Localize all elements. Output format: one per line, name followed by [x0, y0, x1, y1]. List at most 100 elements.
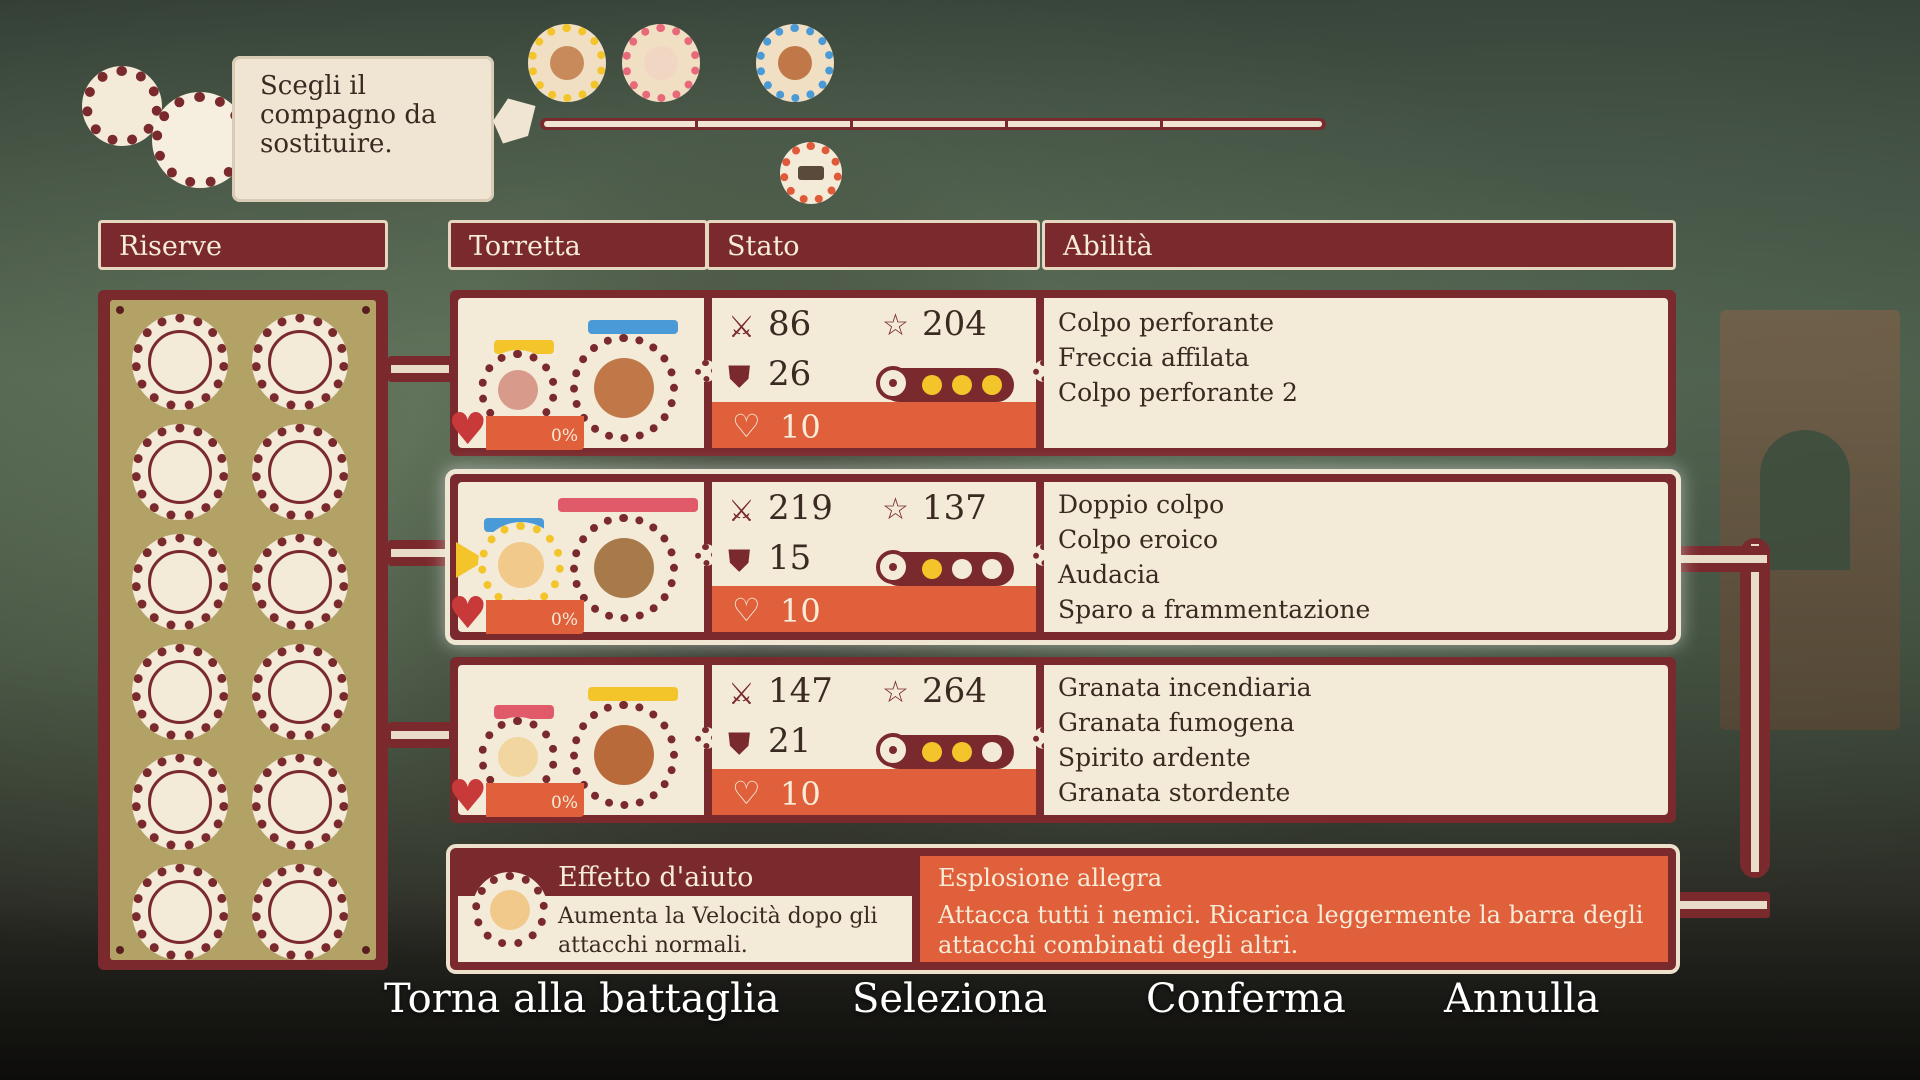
heart-icon: ♥: [448, 588, 488, 639]
charge-dots: [876, 550, 1014, 586]
hp-bar: ♡ 10: [712, 769, 1036, 815]
turret-row-3[interactable]: 0% ♥ ⚔ 147 ☆ 264 ⛊ 21 ♡ 10 Granata incen…: [448, 657, 1676, 823]
weapon-icon: [558, 498, 698, 512]
star-icon: ☆: [882, 308, 909, 343]
support-character-avatar: [472, 872, 548, 948]
turret-row-2[interactable]: 0% ♥ ⚔ 219 ☆ 137 ⛊ 15 ♡ 10 Doppio colpo …: [448, 474, 1676, 640]
star-icon: ☆: [882, 492, 909, 527]
reserve-slot[interactable]: [252, 754, 348, 850]
reserves-panel: [98, 290, 388, 970]
hp-bar: ♡ 10: [712, 402, 1036, 448]
ability-item: Doppio colpo: [1058, 490, 1225, 519]
timeline-portrait-blue: [756, 24, 834, 102]
ability-item: Colpo eroico: [1058, 525, 1219, 554]
charge-percent-bar: 0%: [486, 600, 584, 634]
turret-cell[interactable]: 0% ♥: [448, 298, 704, 452]
reserve-slot[interactable]: [132, 754, 228, 850]
support-effect-panel: Effetto d'aiuto Aumenta la Velocità dopo…: [450, 848, 1676, 970]
sword-icon: ⚔: [728, 494, 755, 529]
header-turret: Torretta: [448, 220, 708, 270]
charge-dots: [876, 366, 1014, 402]
reserve-slot[interactable]: [252, 644, 348, 740]
heart-icon: ♡: [732, 774, 761, 812]
shield-icon: ⛊: [728, 544, 751, 579]
support-effect-desc: Aumenta la Velocità dopo gli attacchi no…: [558, 904, 878, 958]
charge-percent-bar: 0%: [486, 416, 584, 450]
hp-value: 10: [780, 775, 821, 813]
ability-item: Spirito ardente: [1058, 743, 1251, 772]
heart-icon: ♡: [732, 591, 761, 629]
reserve-slot[interactable]: [252, 314, 348, 410]
turret-row-1[interactable]: 0% ♥ ⚔ 86 ☆ 204 ⛊ 26 ♡ 10 Colpo perforan…: [448, 290, 1676, 456]
support-skill-desc: Attacca tutti i nemici. Ricarica leggerm…: [938, 901, 1644, 959]
back-to-battle-button[interactable]: Torna alla battaglia: [384, 976, 780, 1022]
ability-item: Granata fumogena: [1058, 708, 1295, 737]
attack-value: 147: [768, 671, 833, 711]
charge-dots: [876, 733, 1014, 769]
tank-marker-icon: [780, 142, 842, 204]
heart-icon: ♥: [448, 404, 488, 455]
header-abilities: Abilità: [1042, 220, 1676, 270]
reserve-slot[interactable]: [132, 644, 228, 740]
reserve-slot[interactable]: [252, 864, 348, 960]
connector-pipe: [1676, 546, 1770, 572]
swap-gears-icon: [82, 52, 252, 192]
main-character-avatar[interactable]: [570, 514, 678, 622]
sword-icon: ⚔: [728, 310, 755, 345]
target-icon: [876, 733, 910, 767]
header-reserves: Riserve: [98, 220, 388, 270]
target-icon: [876, 550, 910, 584]
side-pipe: [1740, 538, 1770, 878]
reserve-slot[interactable]: [252, 424, 348, 520]
defense-value: 15: [768, 538, 812, 578]
confirm-button[interactable]: Conferma: [1146, 976, 1346, 1022]
shield-icon: ⛊: [728, 360, 751, 395]
speed-value: 137: [922, 488, 987, 528]
support-effect-box: Effetto d'aiuto Aumenta la Velocità dopo…: [458, 856, 912, 962]
heart-icon: ♡: [732, 407, 761, 445]
timeline-portrait-yellow: [528, 24, 606, 102]
ability-item: Freccia affilata: [1058, 343, 1250, 372]
connector-pipe: [388, 540, 452, 566]
sword-icon: ⚔: [728, 677, 755, 712]
abilities-cell: Doppio colpo Colpo eroico Audacia Sparo …: [1044, 482, 1668, 632]
ability-item: Granata incendiaria: [1058, 673, 1312, 702]
connector-pipe: [1676, 892, 1770, 918]
attack-value: 219: [768, 488, 833, 528]
sub-character-avatar-selected[interactable]: [478, 522, 564, 608]
weapon-icon: [588, 320, 678, 334]
connector-pipe: [388, 722, 452, 748]
abilities-cell: Colpo perforante Freccia affilata Colpo …: [1044, 298, 1668, 448]
weapon-icon: [588, 687, 678, 701]
reserve-slot[interactable]: [132, 424, 228, 520]
hp-bar: ♡ 10: [712, 586, 1036, 632]
ability-item: Colpo perforante: [1058, 308, 1275, 337]
reserve-slot[interactable]: [132, 534, 228, 630]
ability-item: Audacia: [1058, 560, 1160, 589]
support-effect-title: Effetto d'aiuto: [558, 862, 754, 893]
charge-percent-bar: 0%: [486, 783, 584, 817]
ability-item: Colpo perforante 2: [1058, 378, 1298, 407]
prompt-text: Scegli il compagno da sostituire.: [260, 71, 437, 159]
target-icon: [876, 366, 910, 400]
connector-pipe: [388, 356, 452, 382]
reserve-slot[interactable]: [252, 534, 348, 630]
hp-value: 10: [780, 592, 821, 630]
ability-item: Granata stordente: [1058, 778, 1291, 807]
defense-value: 26: [768, 354, 812, 394]
header-status: Stato: [706, 220, 1040, 270]
support-skill-title: Esplosione allegra: [938, 864, 1163, 892]
attack-value: 86: [768, 304, 812, 344]
cancel-button[interactable]: Annulla: [1444, 976, 1600, 1022]
support-skill-box: Esplosione allegra Attacca tutti i nemic…: [920, 856, 1668, 962]
ability-item: Sparo a frammentazione: [1058, 595, 1371, 624]
timeline-portrait-pink: [622, 24, 700, 102]
main-character-avatar[interactable]: [570, 701, 678, 809]
main-character-avatar[interactable]: [570, 334, 678, 442]
reserve-slot[interactable]: [132, 864, 228, 960]
select-button[interactable]: Seleziona: [852, 976, 1047, 1022]
turret-cell[interactable]: 0% ♥: [448, 482, 704, 636]
turret-cell[interactable]: 0% ♥: [448, 665, 704, 819]
reserve-slot[interactable]: [132, 314, 228, 410]
heart-icon: ♥: [448, 771, 488, 822]
